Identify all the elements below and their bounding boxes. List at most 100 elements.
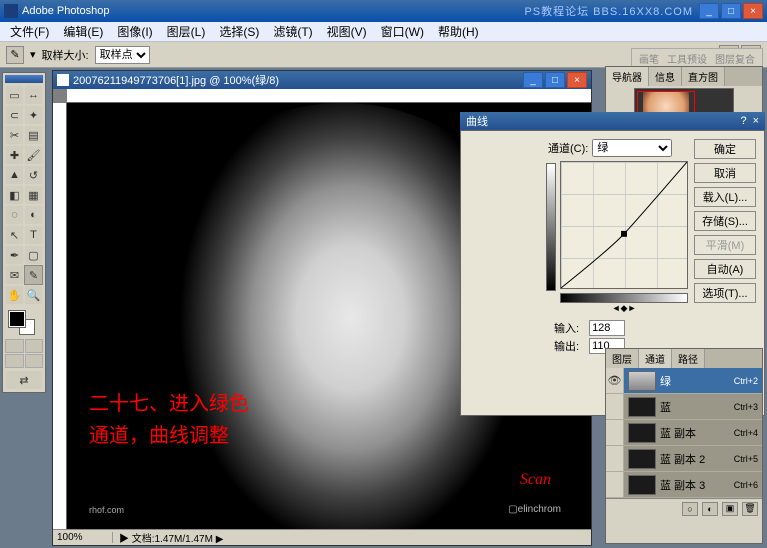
channel-name: 蓝 副本 3: [660, 477, 734, 493]
heal-tool[interactable]: ✚: [5, 145, 24, 165]
status-info[interactable]: ▶ 文档:1.47M/1.47M ▶: [113, 530, 591, 545]
save-selection-icon[interactable]: ◐: [702, 502, 718, 516]
maximize-button[interactable]: □: [721, 3, 741, 19]
crop-tool[interactable]: ✂: [5, 125, 24, 145]
tab-navigator[interactable]: 导航器: [606, 67, 649, 86]
notes-tool[interactable]: ✉: [5, 265, 24, 285]
visibility-toggle[interactable]: 👁: [606, 368, 624, 393]
options-button[interactable]: 选项(T)...: [694, 283, 756, 303]
menu-view[interactable]: 视图(V): [321, 21, 373, 42]
image-watermark: ▢elinchrom: [508, 504, 561, 515]
marquee-tool[interactable]: ▭: [5, 85, 24, 105]
lasso-tool[interactable]: ⊂: [5, 105, 24, 125]
annotation-text: 二十七、进入绿色 通道，曲线调整: [89, 388, 249, 452]
zoom-tool[interactable]: 🔍: [24, 285, 43, 305]
delete-channel-icon[interactable]: 🗑: [742, 502, 758, 516]
dodge-tool[interactable]: ◐: [24, 205, 43, 225]
visibility-toggle[interactable]: [606, 394, 624, 419]
ruler-vertical[interactable]: [53, 103, 67, 529]
tab-histogram[interactable]: 直方图: [682, 67, 725, 86]
status-bar: 100% ▶ 文档:1.47M/1.47M ▶: [53, 529, 591, 545]
zoom-field[interactable]: 100%: [53, 532, 113, 543]
visibility-toggle[interactable]: [606, 420, 624, 445]
sample-size-select[interactable]: 取样点: [95, 46, 150, 64]
menu-filter[interactable]: 滤镜(T): [267, 21, 318, 42]
standard-mode[interactable]: [5, 339, 24, 353]
ok-button[interactable]: 确定: [694, 139, 756, 159]
well-toolpresets[interactable]: 工具预设: [664, 51, 710, 66]
channel-row[interactable]: 👁 绿 Ctrl+2: [606, 368, 762, 394]
slice-tool[interactable]: ▤: [24, 125, 43, 145]
channel-row[interactable]: 蓝 副本 3 Ctrl+6: [606, 472, 762, 498]
menu-file[interactable]: 文件(F): [4, 21, 55, 42]
visibility-toggle[interactable]: [606, 446, 624, 471]
screen-mode-1[interactable]: [5, 354, 24, 368]
eraser-tool[interactable]: ◧: [5, 185, 24, 205]
load-selection-icon[interactable]: ○: [682, 502, 698, 516]
history-brush-tool[interactable]: ↺: [24, 165, 43, 185]
wand-tool[interactable]: ✦: [24, 105, 43, 125]
color-swatches[interactable]: [5, 309, 43, 337]
app-icon: [4, 4, 18, 18]
visibility-toggle[interactable]: [606, 472, 624, 497]
shape-tool[interactable]: ▢: [24, 245, 43, 265]
well-layercomps[interactable]: 图层复合: [712, 51, 758, 66]
screen-mode-2[interactable]: [25, 354, 44, 368]
tab-channels[interactable]: 通道: [639, 349, 672, 368]
input-label: 输入:: [554, 320, 579, 336]
well-brushes[interactable]: 画笔: [636, 51, 662, 66]
fg-color-swatch[interactable]: [9, 311, 25, 327]
blur-tool[interactable]: ◌: [5, 205, 24, 225]
path-tool[interactable]: ↖: [5, 225, 24, 245]
channel-row[interactable]: 蓝 Ctrl+3: [606, 394, 762, 420]
brush-tool[interactable]: 🖌: [24, 145, 43, 165]
pen-tool[interactable]: ✒: [5, 245, 24, 265]
load-button[interactable]: 载入(L)...: [694, 187, 756, 207]
gradient-tool[interactable]: ▦: [24, 185, 43, 205]
document-titlebar[interactable]: 20076211949773706[1].jpg @ 100%(绿/8) _ □…: [53, 71, 591, 89]
doc-maximize-button[interactable]: □: [545, 72, 565, 88]
channel-name: 蓝 副本: [660, 425, 734, 441]
stamp-tool[interactable]: ▲: [5, 165, 24, 185]
menu-window[interactable]: 窗口(W): [375, 21, 430, 42]
doc-close-button[interactable]: ×: [567, 72, 587, 88]
channel-thumb: [628, 371, 656, 391]
ruler-horizontal[interactable]: [67, 89, 591, 103]
doc-minimize-button[interactable]: _: [523, 72, 543, 88]
channel-shortcut: Ctrl+4: [734, 428, 762, 438]
channel-shortcut: Ctrl+3: [734, 402, 762, 412]
new-channel-icon[interactable]: ▣: [722, 502, 738, 516]
eyedropper-tool[interactable]: ✎: [24, 265, 43, 285]
tab-paths[interactable]: 路径: [672, 349, 705, 368]
tab-info[interactable]: 信息: [649, 67, 682, 86]
cancel-button[interactable]: 取消: [694, 163, 756, 183]
move-tool[interactable]: ↔: [24, 85, 43, 105]
menu-help[interactable]: 帮助(H): [432, 21, 485, 42]
tab-layers[interactable]: 图层: [606, 349, 639, 368]
curves-help-icon[interactable]: ?: [740, 115, 746, 127]
channel-select[interactable]: 绿: [592, 139, 672, 157]
gradient-horizontal: [560, 293, 688, 303]
input-field[interactable]: [589, 320, 625, 336]
channel-row[interactable]: 蓝 副本 Ctrl+4: [606, 420, 762, 446]
curves-graph[interactable]: [560, 161, 688, 289]
auto-button[interactable]: 自动(A): [694, 259, 756, 279]
jump-to-imageready[interactable]: ⇄: [5, 370, 43, 390]
channel-thumb: [628, 475, 656, 495]
menu-layer[interactable]: 图层(L): [161, 21, 212, 42]
type-tool[interactable]: T: [24, 225, 43, 245]
gradient-arrows[interactable]: ◄◆►: [560, 303, 688, 314]
document-icon: [57, 74, 69, 86]
save-button[interactable]: 存储(S)...: [694, 211, 756, 231]
minimize-button[interactable]: _: [699, 3, 719, 19]
close-button[interactable]: ×: [743, 3, 763, 19]
menu-image[interactable]: 图像(I): [111, 21, 158, 42]
curves-titlebar[interactable]: 曲线 ? ×: [460, 112, 765, 130]
tool-preset-icon[interactable]: ✎: [6, 46, 24, 64]
channel-row[interactable]: 蓝 副本 2 Ctrl+5: [606, 446, 762, 472]
quickmask-mode[interactable]: [25, 339, 44, 353]
menu-select[interactable]: 选择(S): [213, 21, 265, 42]
menu-edit[interactable]: 编辑(E): [57, 21, 109, 42]
curves-close-icon[interactable]: ×: [753, 115, 759, 127]
hand-tool[interactable]: ✋: [5, 285, 24, 305]
